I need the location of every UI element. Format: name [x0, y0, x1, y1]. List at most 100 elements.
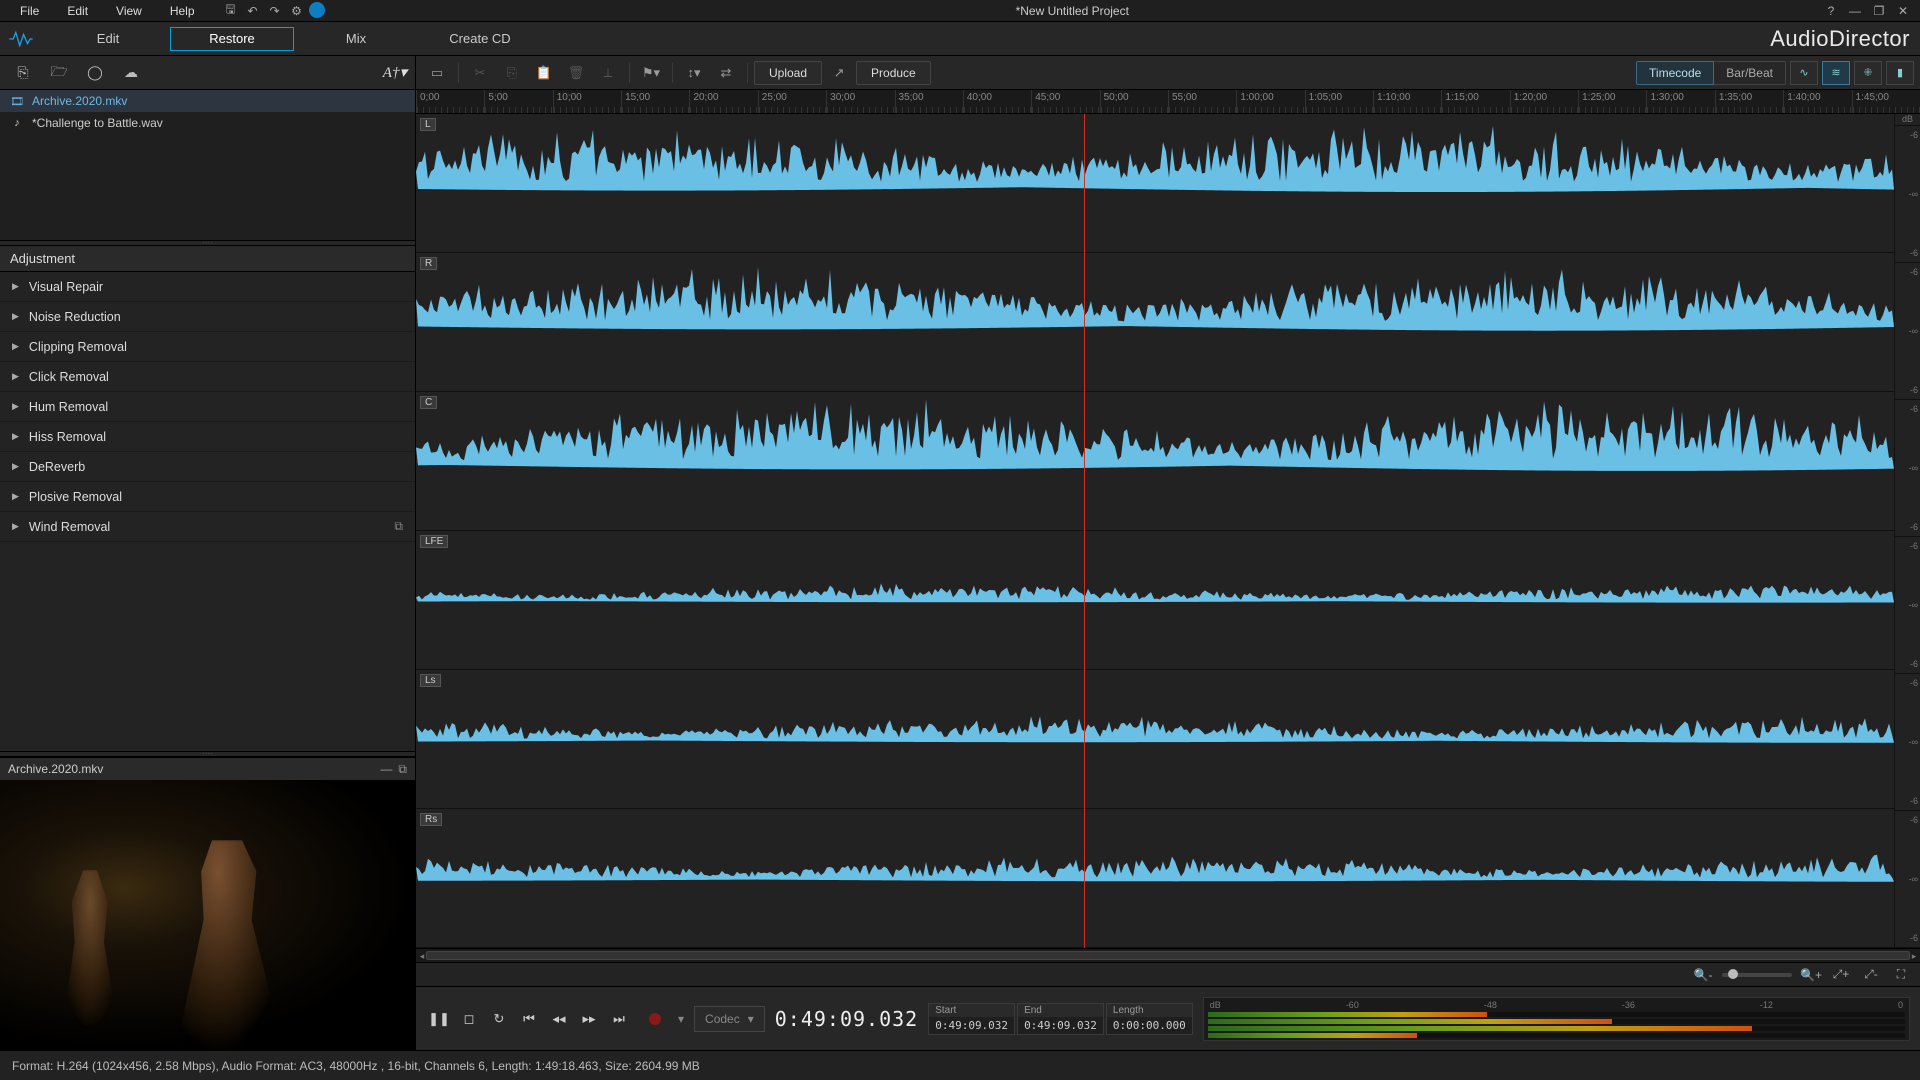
range-start[interactable]: Start0:49:09.032 [928, 1003, 1015, 1035]
crop-icon[interactable]: ⟂ [593, 61, 623, 85]
barbeat-toggle[interactable]: Bar/Beat [1714, 61, 1786, 85]
media-item[interactable]: 🎞 Archive.2020.mkv [0, 90, 415, 112]
minimize-icon[interactable]: — [1844, 2, 1866, 20]
timeline-tick: 1:10;00 [1373, 90, 1441, 113]
menu-edit[interactable]: Edit [53, 1, 102, 21]
paste-icon[interactable]: 📋 [529, 61, 559, 85]
adjustment-hum-removal[interactable]: ▶Hum Removal [0, 392, 415, 422]
maximize-icon[interactable]: ❐ [1868, 2, 1890, 20]
track-area[interactable]: L R C LFE Ls Rs [416, 114, 1894, 948]
record-icon[interactable]: ◯ [80, 61, 110, 85]
range-label: Length [1107, 1004, 1192, 1017]
loop-button-icon[interactable]: ↻ [486, 1006, 512, 1032]
channel-label[interactable]: L [420, 118, 436, 131]
timeline-tick: 1:30;00 [1646, 90, 1714, 113]
zoom-vertical-out-icon[interactable]: ⤢- [1860, 965, 1882, 985]
zoom-slider-knob[interactable] [1728, 969, 1738, 979]
mode-tab-edit[interactable]: Edit [46, 27, 170, 51]
import-file-icon[interactable]: ⎘ [8, 61, 38, 85]
cloud-icon[interactable]: ☁ [116, 61, 146, 85]
zoom-fit-icon[interactable]: ⛶ [1890, 965, 1912, 985]
codec-selector[interactable]: Codec▾ [694, 1006, 765, 1032]
adjustment-plosive-removal[interactable]: ▶Plosive Removal [0, 482, 415, 512]
rewind-icon[interactable]: ◂◂ [546, 1006, 572, 1032]
mode-tab-restore[interactable]: Restore [170, 27, 294, 51]
fast-forward-icon[interactable]: ▸▸ [576, 1006, 602, 1032]
channel-label[interactable]: Rs [420, 813, 442, 826]
close-icon[interactable]: ✕ [1892, 2, 1914, 20]
skip-end-icon[interactable]: ⏭ [606, 1006, 632, 1032]
skip-start-icon[interactable]: ⏮ [516, 1006, 542, 1032]
channel-label[interactable]: C [420, 396, 437, 409]
notification-badge-icon[interactable] [309, 2, 325, 18]
record-menu-icon[interactable]: ▾ [678, 1012, 684, 1026]
zoom-out-icon[interactable]: 🔍- [1692, 965, 1714, 985]
channel-label[interactable]: R [420, 257, 437, 270]
view-spectral-icon[interactable]: ⁜ [1854, 61, 1882, 85]
upload-button[interactable]: Upload [754, 61, 822, 85]
preview-popout-icon[interactable]: ⧉ [398, 762, 407, 777]
audio-track[interactable]: LFE [416, 531, 1894, 670]
marker-tool-icon[interactable]: ⚑▾ [636, 61, 666, 85]
menu-help[interactable]: Help [156, 1, 209, 21]
audio-track[interactable]: L [416, 114, 1894, 253]
timecode-toggle[interactable]: Timecode [1636, 61, 1714, 85]
preview-minimize-icon[interactable]: — [380, 762, 392, 777]
meter-fill [1208, 1026, 1752, 1031]
horizontal-scrollbar[interactable]: ◂ ▸ [416, 948, 1920, 962]
range-length[interactable]: Length0:00:00.000 [1106, 1003, 1193, 1035]
stop-button-icon[interactable]: ◻ [456, 1006, 482, 1032]
playhead[interactable] [1084, 114, 1085, 948]
audio-track[interactable]: R [416, 253, 1894, 392]
save-icon[interactable]: 🖫 [221, 2, 241, 20]
cut-icon[interactable]: ✂ [465, 61, 495, 85]
import-folder-icon[interactable]: 🗁 [44, 61, 74, 85]
mode-tab-mix[interactable]: Mix [294, 27, 418, 51]
redo-icon[interactable]: ↷ [265, 2, 285, 20]
popout-icon[interactable]: ⧉ [394, 519, 403, 534]
pause-button-icon[interactable]: ❚❚ [426, 1006, 452, 1032]
view-waveform-icon[interactable]: ∿ [1790, 61, 1818, 85]
media-item[interactable]: ♪ *Challenge to Battle.wav [0, 112, 415, 134]
record-button[interactable] [642, 1006, 668, 1032]
audio-track[interactable]: Rs [416, 809, 1894, 948]
channel-label[interactable]: LFE [420, 535, 448, 548]
channel-label[interactable]: Ls [420, 674, 441, 687]
timeline-tick: 1:20;00 [1510, 90, 1578, 113]
adjustment-dereverb[interactable]: ▶DeReverb [0, 452, 415, 482]
audio-track[interactable]: C [416, 392, 1894, 531]
adjustment-hiss-removal[interactable]: ▶Hiss Removal [0, 422, 415, 452]
zoom-slider[interactable] [1722, 973, 1792, 977]
help-icon[interactable]: ? [1820, 2, 1842, 20]
produce-button[interactable]: Produce [856, 61, 931, 85]
db-scale-cell: -6-∞-6 [1895, 537, 1920, 674]
view-level-icon[interactable]: ▮ [1886, 61, 1914, 85]
menu-file[interactable]: File [6, 1, 53, 21]
view-multichannel-icon[interactable]: ≋ [1822, 61, 1850, 85]
timeline-ruler[interactable]: 0;005;0010;0015;0020;0025;0030;0035;0040… [416, 90, 1920, 114]
scrollbar-thumb[interactable] [426, 951, 1910, 960]
audio-track[interactable]: Ls [416, 670, 1894, 809]
range-end[interactable]: End0:49:09.032 [1017, 1003, 1104, 1035]
zoom-vertical-in-icon[interactable]: ⤢+ [1830, 965, 1852, 985]
share-icon[interactable]: ↗ [824, 61, 854, 85]
undo-icon[interactable]: ↶ [243, 2, 263, 20]
settings-icon[interactable]: ⚙ [287, 2, 307, 20]
video-preview[interactable] [0, 780, 415, 1050]
scroll-right-icon[interactable]: ▸ [1908, 949, 1920, 963]
normalize-icon[interactable]: ↕▾ [679, 61, 709, 85]
media-library[interactable]: 🎞 Archive.2020.mkv ♪ *Challenge to Battl… [0, 90, 415, 240]
adjustment-click-removal[interactable]: ▶Click Removal [0, 362, 415, 392]
mode-tab-create-cd[interactable]: Create CD [418, 27, 542, 51]
adjustment-clipping-removal[interactable]: ▶Clipping Removal [0, 332, 415, 362]
adjustment-wind-removal[interactable]: ▶Wind Removal⧉ [0, 512, 415, 542]
zoom-in-icon[interactable]: 🔍+ [1800, 965, 1822, 985]
adjustment-visual-repair[interactable]: ▶Visual Repair [0, 272, 415, 302]
copy-icon[interactable]: ⎘ [497, 61, 527, 85]
font-size-toggle[interactable]: A†▾ [383, 63, 407, 82]
selection-tool-icon[interactable]: ▭ [422, 61, 452, 85]
channel-tool-icon[interactable]: ⇄ [711, 61, 741, 85]
delete-icon[interactable]: 🗑 [561, 61, 591, 85]
menu-view[interactable]: View [102, 1, 156, 21]
adjustment-noise-reduction[interactable]: ▶Noise Reduction [0, 302, 415, 332]
